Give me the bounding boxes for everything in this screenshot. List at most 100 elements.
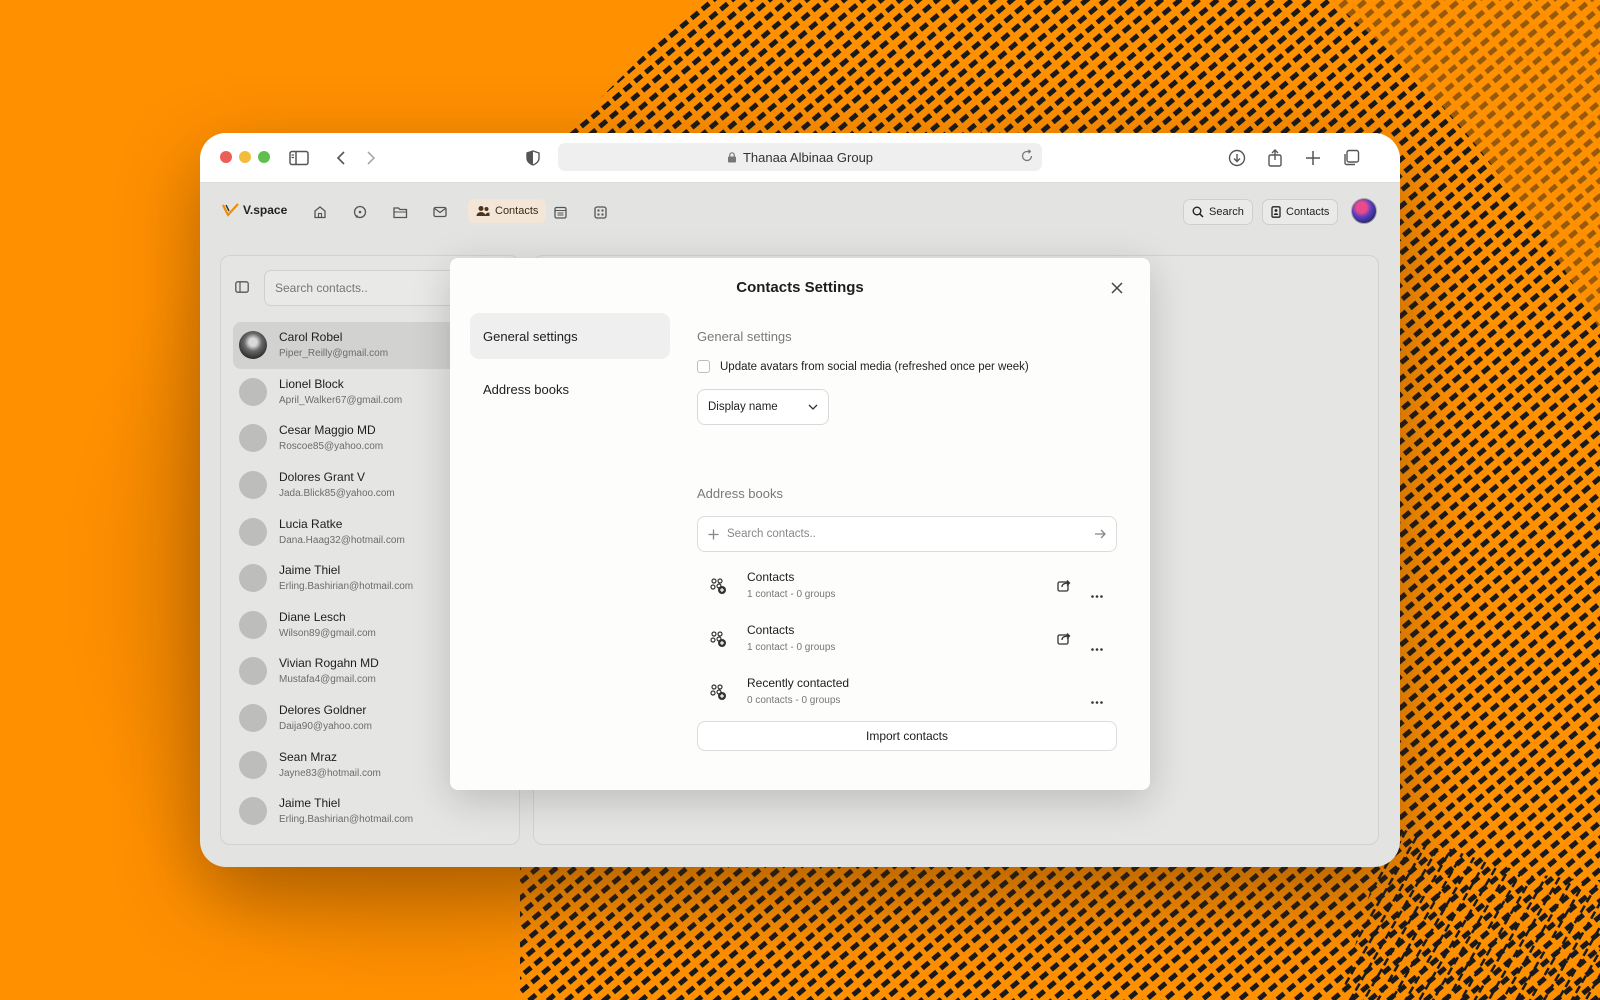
download-icon[interactable] <box>1225 146 1249 170</box>
contacts-app-button-label: Contacts <box>1286 206 1330 218</box>
user-avatar[interactable] <box>1351 198 1377 224</box>
back-icon[interactable] <box>329 146 353 170</box>
home-icon[interactable] <box>306 200 334 224</box>
avatar-option-row[interactable]: Update avatars from social media (refres… <box>697 360 1029 373</box>
panel-toggle-icon[interactable] <box>235 280 249 298</box>
reload-icon[interactable] <box>1020 149 1034 163</box>
more-options-icon[interactable] <box>1091 638 1103 656</box>
contact-name: Jaime Thiel <box>279 563 341 578</box>
avatar <box>239 704 267 733</box>
url-title: Thanaa Albinaa Group <box>742 149 874 165</box>
contact-text: Jaime Thiel Erling.Bashirian@hotmail.com <box>279 562 413 594</box>
mail-icon[interactable] <box>426 200 454 224</box>
calendar-icon[interactable] <box>546 200 574 224</box>
contacts-app-button[interactable]: Contacts <box>1262 199 1339 225</box>
app-navbar: V.space Contacts Search Contacts <box>200 183 1400 239</box>
avatar <box>239 750 267 779</box>
forward-icon[interactable] <box>359 146 383 170</box>
minimize-window-button[interactable] <box>239 151 251 163</box>
search-button[interactable]: Search <box>1183 199 1253 225</box>
tab-general-settings[interactable]: General settings <box>470 313 670 359</box>
address-books-heading: Address books <box>697 486 783 501</box>
address-book-row[interactable]: Contacts 1 contact - 0 groups <box>697 614 1117 664</box>
contact-email: Erling.Bashirian@hotmail.com <box>279 581 414 593</box>
address-book-name: Recently contacted <box>747 676 850 690</box>
share-icon[interactable] <box>1263 146 1287 170</box>
contacts-settings-modal: Contacts Settings General settings Addre… <box>450 258 1150 790</box>
modal-title: Contacts Settings <box>736 279 864 296</box>
contact-name: Vivian Rogahn MD <box>279 656 379 671</box>
tasks-icon[interactable] <box>586 200 614 224</box>
contact-name: Jaime Thiel <box>279 796 341 811</box>
contact-text: Sean Mraz Jayne83@hotmail.com <box>279 749 381 781</box>
display-name-select[interactable]: Display name <box>697 389 829 425</box>
more-options-icon[interactable] <box>1091 691 1103 709</box>
close-icon[interactable] <box>1111 281 1123 299</box>
tab-address-books[interactable]: Address books <box>470 366 670 412</box>
plus-icon[interactable] <box>708 529 719 540</box>
browser-titlebar: Thanaa Albinaa Group <box>200 133 1400 183</box>
more-options-icon[interactable] <box>1091 585 1103 603</box>
search-button-label: Search <box>1209 206 1244 218</box>
share-icon[interactable] <box>1057 579 1071 597</box>
address-book-row[interactable]: Recently contacted 0 contacts - 0 groups <box>697 667 1117 717</box>
address-book-meta: 1 contact - 0 groups <box>747 589 836 600</box>
address-books-search[interactable] <box>697 516 1117 552</box>
contact-email: Dana.Haag32@hotmail.com <box>279 534 405 546</box>
address-book-icon <box>1271 206 1281 218</box>
avatar <box>239 377 267 406</box>
import-contacts-button[interactable]: Import contacts <box>697 721 1117 751</box>
url-bar[interactable]: Thanaa Albinaa Group <box>558 143 1042 171</box>
address-book-meta: 1 contact - 0 groups <box>747 642 836 653</box>
avatar <box>239 424 267 453</box>
address-book-row[interactable]: Contacts 1 contact - 0 groups <box>697 561 1117 611</box>
address-book-name: Contacts <box>747 570 795 584</box>
contact-email: Jayne83@hotmail.com <box>279 767 381 779</box>
shield-icon[interactable] <box>521 146 545 170</box>
contact-text: Lionel Block April_Walker67@gmail.com <box>279 376 402 408</box>
display-name-select-value: Display name <box>708 401 778 413</box>
avatar <box>239 797 267 826</box>
contact-name: Delores Goldner <box>279 703 367 718</box>
chevron-down-icon <box>808 404 818 410</box>
contact-email: April_Walker67@gmail.com <box>279 394 403 406</box>
group-icon <box>709 683 727 706</box>
brand-logo[interactable]: V.space <box>222 203 287 217</box>
contact-name: Dolores Grant V <box>279 470 366 485</box>
maximize-window-button[interactable] <box>258 151 270 163</box>
contact-name: Diane Lesch <box>279 609 346 624</box>
contact-name: Carol Robel <box>279 330 343 345</box>
close-window-button[interactable] <box>220 151 232 163</box>
contact-email: Wilson89@gmail.com <box>279 627 376 639</box>
new-tab-icon[interactable] <box>1301 146 1325 170</box>
users-icon <box>476 206 490 216</box>
avatar <box>239 331 267 360</box>
folder-icon[interactable] <box>386 200 414 224</box>
address-books-search-input[interactable] <box>727 528 1094 540</box>
group-icon <box>709 630 727 653</box>
nav-contacts-tab[interactable]: Contacts <box>468 199 547 223</box>
contact-text: Carol Robel Piper_Reilly@gmail.com <box>279 329 388 361</box>
nav-contacts-label: Contacts <box>495 205 539 217</box>
contact-text: Delores Goldner Daija90@yahoo.com <box>279 702 372 734</box>
contact-row[interactable]: Jaime Thiel Erling.Bashirian@hotmail.com <box>233 788 513 835</box>
contact-text: Dolores Grant V Jada.Blick85@yahoo.com <box>279 469 395 501</box>
group-icon <box>709 577 727 600</box>
contact-email: Jada.Blick85@yahoo.com <box>279 488 395 500</box>
general-settings-heading: General settings <box>697 329 792 344</box>
chat-icon[interactable] <box>346 200 374 224</box>
avatar <box>239 564 267 593</box>
contact-text: Vivian Rogahn MD Mustafa4@gmail.com <box>279 655 379 687</box>
contact-email: Erling.Bashirian@hotmail.com <box>279 814 414 826</box>
contact-email: Piper_Reilly@gmail.com <box>279 348 389 360</box>
contact-name: Lucia Ratke <box>279 516 343 531</box>
tabs-overview-icon[interactable] <box>1339 146 1363 170</box>
address-book-meta: 0 contacts - 0 groups <box>747 695 841 706</box>
contact-email: Mustafa4@gmail.com <box>279 674 376 686</box>
avatar-option-checkbox[interactable] <box>697 360 710 373</box>
sidebar-toggle-icon[interactable] <box>287 146 311 170</box>
search-icon <box>1192 206 1204 218</box>
share-icon[interactable] <box>1057 632 1071 650</box>
avatar-option-label: Update avatars from social media (refres… <box>720 360 1029 373</box>
arrow-right-icon[interactable] <box>1094 529 1106 539</box>
